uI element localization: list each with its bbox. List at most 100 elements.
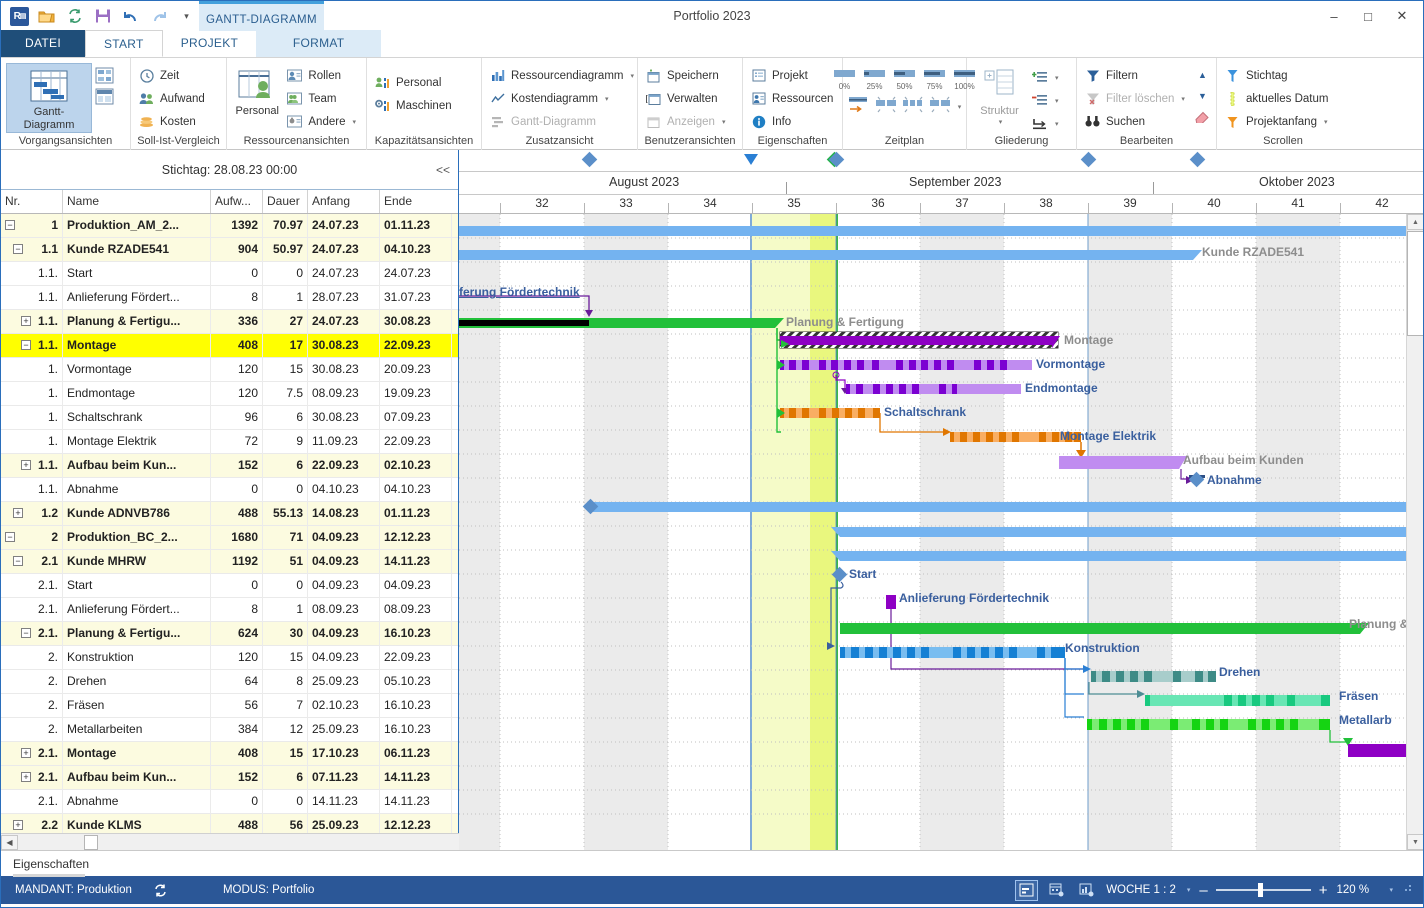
table-row[interactable]: +1.2 Kunde ADNVB786 488 55.13 14.08.23 01.11.… (1, 501, 458, 526)
expand-toggle-icon[interactable]: + (21, 460, 31, 470)
milestone-marker-2[interactable] (1189, 151, 1206, 168)
table-row[interactable]: 1.1. Anlieferung Fördert... 8 1 28.07.23 31.0… (1, 285, 458, 310)
chevron-down-icon[interactable]: ▾ (999, 118, 1003, 126)
table-row[interactable]: − 1.1 Kunde RZADE541 904 50.97 24.07.23 04.10.… (1, 237, 458, 262)
network-view-icon[interactable] (94, 66, 115, 85)
struktur-button[interactable]: Struktur ▾ (972, 63, 1027, 126)
collapse-toggle-icon[interactable]: − (5, 220, 15, 230)
table-row[interactable]: −2 Produktion_BC_2... 1680 71 04.09.23 12.12.… (1, 525, 458, 550)
table-row[interactable]: 2. Drehen 64 8 25.09.23 05.10.23 (1, 669, 458, 694)
table-row[interactable]: 1. Endmontage 120 7.5 08.09.23 19.09.23 (1, 381, 458, 406)
level-button[interactable]: ▾ (1029, 113, 1064, 134)
chevron-down-icon[interactable]: ▾ (1055, 120, 1059, 128)
horizontal-scroll-thumb[interactable] (84, 834, 98, 850)
stichtag-button[interactable]: Stichtag (1222, 65, 1333, 86)
scroll-down-arrow-icon[interactable]: ▼ (1407, 834, 1423, 850)
calendar-view-icon[interactable] (1046, 881, 1067, 900)
aktuelles-datum-button[interactable]: aktuelles Datum (1222, 88, 1333, 109)
save-icon[interactable] (92, 6, 113, 26)
column-header-dauer[interactable]: Dauer (263, 190, 308, 213)
chevron-down-icon[interactable]: ▾ (631, 72, 635, 80)
tab-datei[interactable]: DATEI (1, 30, 85, 57)
chevron-down-icon[interactable]: ▾ (1187, 886, 1191, 894)
expand-toggle-icon[interactable]: + (13, 820, 23, 830)
outdent-add-button[interactable]: ▾ (1029, 67, 1064, 88)
chevron-down-icon[interactable]: ▾ (958, 103, 962, 111)
table-row[interactable]: 2. Metallarbeiten 384 12 25.09.23 16.10.23 (1, 717, 458, 742)
zoom-in-button[interactable]: + (1319, 882, 1328, 899)
rollen-button[interactable]: Rollen (284, 65, 361, 86)
zeit-button[interactable]: Zeit (136, 65, 210, 86)
table-row[interactable]: 2.1. Start 0 0 04.09.23 04.09.23 (1, 573, 458, 598)
scale-label[interactable]: WOCHE 1 : 2 (1106, 884, 1176, 896)
zoom-slider[interactable]: – + (1199, 882, 1327, 899)
scroll-down-icon[interactable]: ▼ (1192, 86, 1213, 105)
chevron-down-icon[interactable]: ▾ (1055, 97, 1059, 105)
undo-icon[interactable] (120, 6, 141, 26)
progress-75-button[interactable]: 75% (921, 67, 948, 91)
scroll-left-arrow-icon[interactable]: ◀ (1, 834, 18, 850)
table-row[interactable]: −1 Produktion_AM_2... 1392 70.97 24.07.23 01.… (1, 214, 458, 238)
today-marker[interactable] (744, 154, 758, 165)
collapse-toggle-icon[interactable]: − (21, 628, 31, 638)
schedule-forward-icon[interactable] (848, 96, 871, 117)
column-header-aufwand[interactable]: Aufw... (211, 190, 263, 213)
projekt-props-button[interactable]: Projekt (748, 65, 838, 86)
milestone-marker-1[interactable] (1080, 151, 1097, 168)
table-row[interactable]: +2.1. Aufbau beim Kun... 152 6 07.11.23 14.11… (1, 765, 458, 790)
close-button[interactable]: ✕ (1385, 3, 1419, 29)
collapse-toggle-icon[interactable]: − (13, 556, 23, 566)
expand-toggle-icon[interactable]: + (13, 508, 23, 518)
table-row[interactable]: +2.2 Kunde KLMS 488 56 25.09.23 12.12.23 (1, 813, 458, 834)
table-row[interactable]: 1. Montage Elektrik 72 9 11.09.23 22.09.23 (1, 429, 458, 454)
tab-start[interactable]: START (84, 30, 163, 57)
collapse-toggle-icon[interactable]: − (5, 532, 15, 542)
indent-remove-button[interactable]: ▾ (1029, 90, 1064, 111)
tab-format[interactable]: FORMAT (256, 30, 382, 57)
table-row[interactable]: 2.1. Abnahme 0 0 14.11.23 14.11.23 (1, 789, 458, 814)
table-row[interactable]: +2.1. Montage 408 15 17.10.23 06.11.23 (1, 741, 458, 766)
properties-bar[interactable]: Eigenschaften (1, 850, 1423, 877)
open-icon[interactable] (36, 6, 57, 26)
andere-button[interactable]: Andere ▾ (284, 111, 361, 132)
filtern-button[interactable]: Filtern (1082, 65, 1190, 86)
zoom-slider-track[interactable] (1215, 883, 1311, 897)
schedule-compress-center-icon[interactable] (902, 96, 925, 117)
collapse-pane-button[interactable]: << (436, 163, 450, 177)
progress-0-button[interactable]: 0% (831, 67, 858, 91)
table-horizontal-scrollbar[interactable]: ◀ (1, 833, 459, 850)
chevron-down-icon[interactable]: ▾ (605, 95, 609, 103)
sync-icon[interactable] (150, 881, 171, 900)
gantt-diagramm-button[interactable]: Gantt-Diagramm (6, 63, 92, 133)
timeline-view-icon[interactable] (1015, 879, 1039, 901)
suchen-button[interactable]: Suchen (1082, 111, 1190, 132)
table-row[interactable]: 1.1. Start 0 0 24.07.23 24.07.23 (1, 261, 458, 286)
table-row[interactable]: − 2.1 Kunde MHRW 1192 51 04.09.23 14.11.23 (1, 549, 458, 574)
kapazitaet-personal-button[interactable]: Personal (372, 72, 457, 93)
resize-grip-icon[interactable] (1402, 883, 1413, 897)
column-header-anfang[interactable]: Anfang (308, 190, 380, 213)
table-row[interactable]: +1.1. Aufbau beim Kun... 152 6 22.09.23 02.10… (1, 453, 458, 478)
column-header-ende[interactable]: Ende (380, 190, 452, 213)
project-start-marker[interactable] (581, 151, 598, 168)
schedule-compress-left-icon[interactable] (875, 96, 898, 117)
refresh-icon[interactable] (64, 6, 85, 26)
scroll-up-arrow-icon[interactable]: ▲ (1407, 214, 1423, 230)
table-row[interactable]: 1. Vormontage 120 15 30.08.23 20.09.23 (1, 357, 458, 382)
customize-qat-icon[interactable]: ▾ (176, 6, 197, 26)
kostendiagramm-button[interactable]: Kostendiagramm ▾ (487, 88, 639, 109)
vertical-scroll-thumb[interactable] (1407, 231, 1423, 336)
table-row[interactable]: 2. Konstruktion 120 15 04.09.23 22.09.23 (1, 645, 458, 670)
collapse-toggle-icon[interactable]: − (13, 244, 23, 254)
expand-toggle-icon[interactable]: + (21, 316, 31, 326)
progress-50-button[interactable]: 50% (891, 67, 918, 91)
personal-button[interactable]: Personal (232, 63, 282, 118)
chevron-down-icon[interactable]: ▾ (352, 118, 356, 126)
collapse-toggle-icon[interactable]: − (21, 340, 31, 350)
gantt-chart-body[interactable]: Kunde RZADE541 ferung Fördertechnik Plan… (459, 214, 1423, 850)
table-row[interactable]: 2. Fräsen 56 7 02.10.23 16.10.23 (1, 693, 458, 718)
chevron-down-icon[interactable]: ▾ (1055, 74, 1059, 82)
expand-toggle-icon[interactable]: + (21, 772, 31, 782)
progress-25-button[interactable]: 25% (861, 67, 888, 91)
projektanfang-button[interactable]: Projektanfang ▾ (1222, 111, 1333, 132)
